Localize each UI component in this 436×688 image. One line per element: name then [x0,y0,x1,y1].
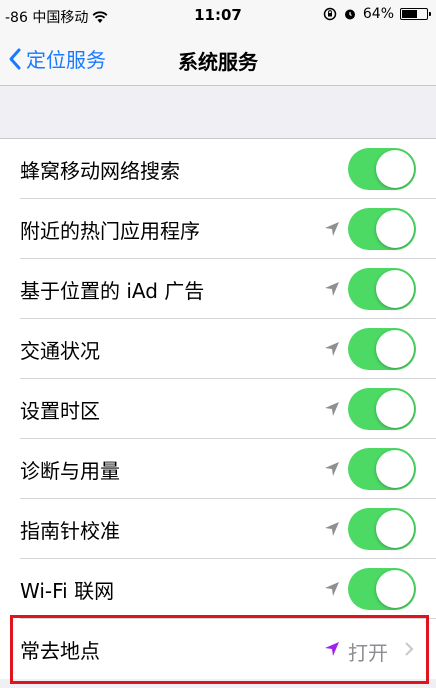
toggle-knob [376,150,414,188]
list-item-label: 基于位置的 iAd 广告 [20,278,205,303]
status-right: 64% [323,6,431,22]
status-bar: -86 中国移动 11:07 64% [0,0,436,32]
toggle-knob [376,510,414,548]
toggle-knob [376,570,414,608]
list-item: 附近的热门应用程序 [0,199,436,259]
location-arrow-icon [325,402,339,416]
rotation-lock-icon [323,7,337,21]
list-item-label: Wi-Fi 联网 [20,578,115,603]
list-item-label: 设置时区 [20,398,100,423]
list-item: 指南针校准 [0,499,436,559]
location-arrow-icon [325,522,339,536]
battery-icon [400,8,431,20]
list-item: 交通状况 [0,319,436,379]
location-arrow-icon [325,582,339,596]
highlight-box [10,615,429,684]
toggle-switch[interactable] [348,508,416,550]
battery-level [402,10,417,18]
alarm-icon [344,9,355,20]
toggle-switch[interactable] [348,268,416,310]
toggle-switch[interactable] [348,148,416,190]
toggle-switch[interactable] [348,328,416,370]
location-arrow-icon [325,342,339,356]
list-item: 诊断与用量 [0,439,436,499]
list-item-label: 诊断与用量 [20,458,120,483]
list-item: 蜂窝移动网络搜索 [0,139,436,199]
toggle-switch[interactable] [348,448,416,490]
list-item-label: 交通状况 [20,338,100,363]
services-list: 蜂窝移动网络搜索 附近的热门应用程序 基于位置的 iAd 广告 交通状况设置时区诊断与… [0,138,436,679]
list-item: Wi-Fi 联网 [0,559,436,619]
location-arrow-icon [325,462,339,476]
navigation-bar: 定位服务 系统服务 [0,32,436,86]
toggle-knob [376,330,414,368]
location-arrow-icon [325,282,339,296]
page-title: 系统服务 [178,50,258,74]
list-item: 设置时区 [0,379,436,439]
toggle-switch[interactable] [348,208,416,250]
toggle-knob [376,450,414,488]
list-item: 基于位置的 iAd 广告 [0,259,436,319]
toggle-knob [376,270,414,308]
system-services-screen: -86 中国移动 11:07 64% 定位服务 系统服务 蜂窝移动网络搜索 附近… [0,0,436,688]
toggle-knob [376,390,414,428]
toggle-switch[interactable] [348,568,416,610]
list-item-label: 附近的热门应用程序 [20,218,200,243]
list-item-label: 指南针校准 [20,518,120,543]
list-item-label: 蜂窝移动网络搜索 [20,158,180,183]
toggle-switch[interactable] [348,388,416,430]
location-arrow-icon [325,222,339,236]
toggle-knob [376,210,414,248]
battery-percentage: 64% [362,6,394,22]
